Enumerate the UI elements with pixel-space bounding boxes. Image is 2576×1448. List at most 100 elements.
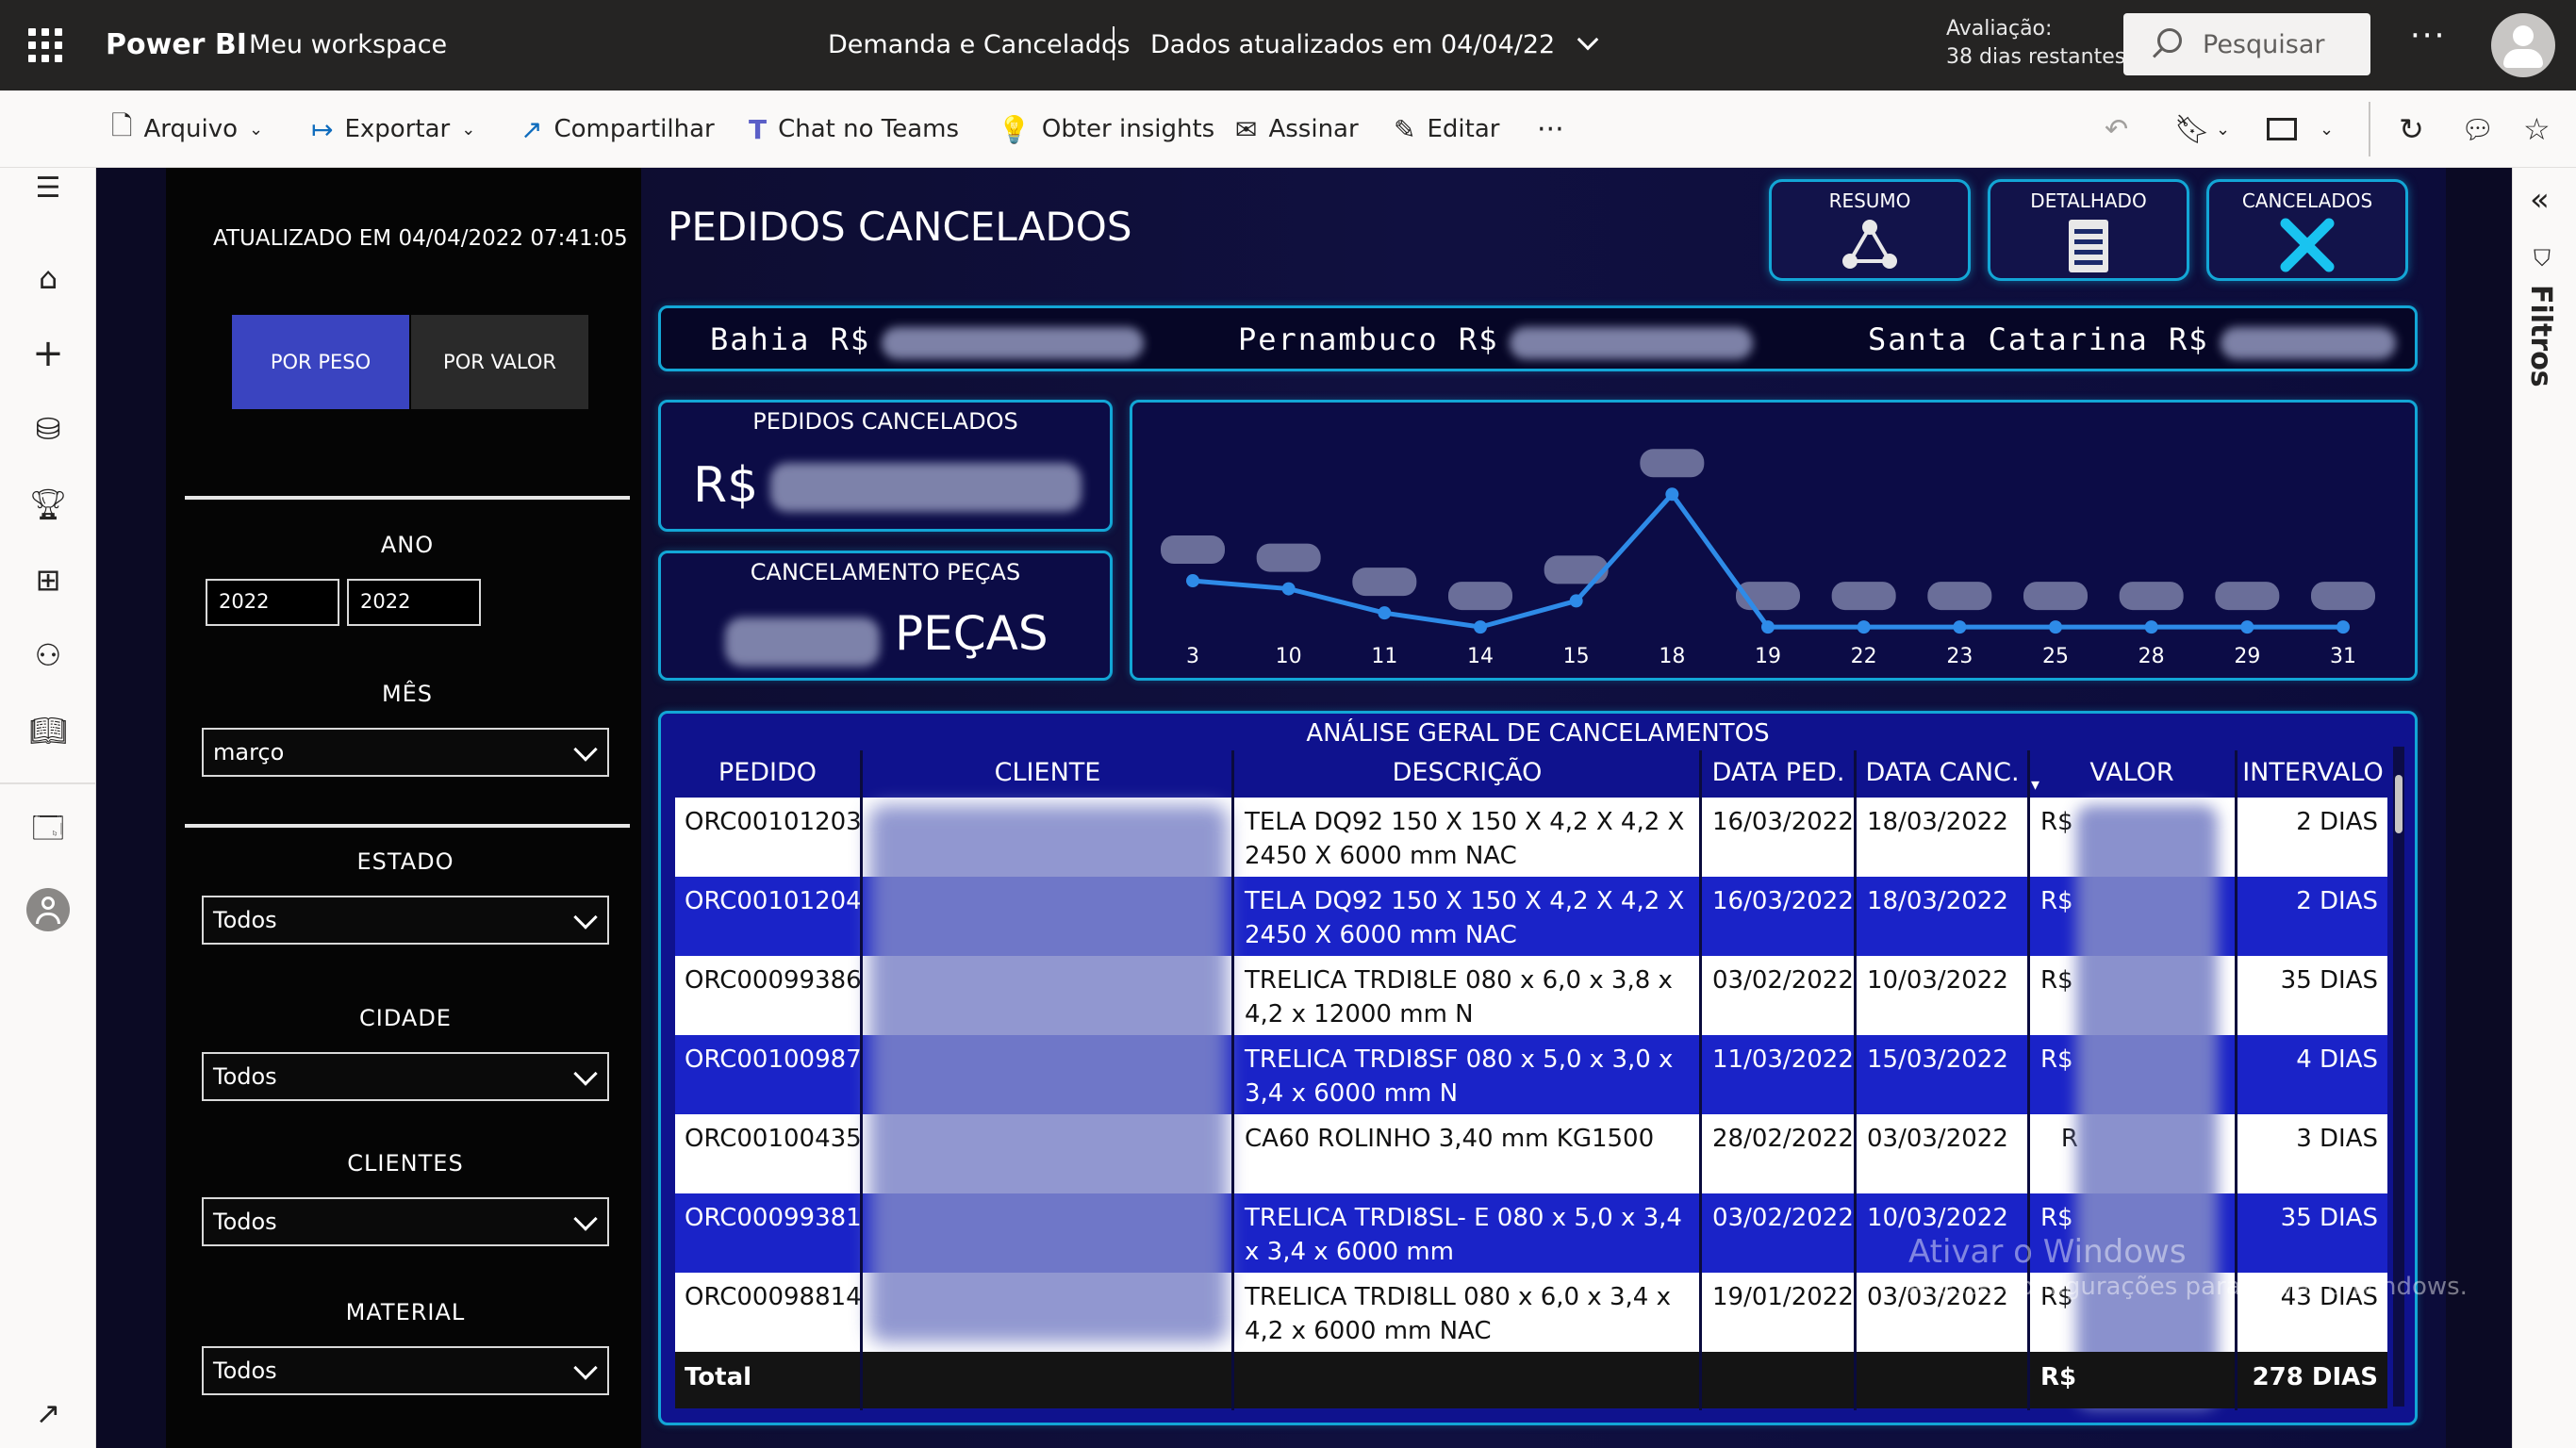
more-commands-icon[interactable]: ···: [1537, 90, 1564, 168]
total-valor: R$: [2040, 1363, 2077, 1391]
editar-button[interactable]: ✎ Editar: [1394, 90, 1499, 168]
expand-icon[interactable]: ↗: [25, 1390, 72, 1437]
por-valor-button[interactable]: POR VALOR: [411, 315, 588, 409]
chart-point[interactable]: [2049, 620, 2062, 634]
chart-point[interactable]: [2240, 620, 2254, 634]
material-dropdown[interactable]: Todos: [202, 1346, 609, 1395]
chevron-down-icon: [1577, 28, 1599, 51]
cancelados-nav-button[interactable]: CANCELADOS: [2206, 179, 2408, 281]
bookmark-icon[interactable]: 🔖︎: [2174, 90, 2210, 168]
compartilhar-button[interactable]: ↗ Compartilhar: [520, 90, 715, 168]
mes-dropdown[interactable]: março: [202, 728, 609, 777]
chart-point[interactable]: [2144, 620, 2158, 634]
browse-icon[interactable]: ⛁: [25, 405, 72, 452]
cell-pedido: ORC00101204: [685, 887, 860, 915]
ano-from-input[interactable]: 2022: [206, 579, 339, 626]
ano-to-input[interactable]: 2022: [347, 579, 481, 626]
data-updated-dropdown[interactable]: Dados atualizados em 04/04/22: [1150, 28, 1599, 59]
chart-point[interactable]: [1761, 620, 1775, 634]
user-avatar[interactable]: [2491, 13, 2555, 77]
arquivo-label: Arquivo: [143, 115, 239, 143]
chart-point[interactable]: [1378, 606, 1392, 620]
chart-point[interactable]: [1857, 620, 1871, 634]
home-icon[interactable]: ⌂: [25, 255, 72, 302]
more-options-icon[interactable]: ···: [2410, 17, 2446, 55]
chart-x-tick-label: 3: [1186, 645, 1199, 668]
header-pedido[interactable]: PEDIDO: [675, 758, 860, 787]
header-valor[interactable]: VALOR: [2029, 758, 2235, 787]
arquivo-menu[interactable]: 🗋 Arquivo ⌄: [111, 90, 263, 168]
filters-pane-collapsed[interactable]: « ⛉ Filtros: [2512, 168, 2576, 1448]
daily-cancellations-chart[interactable]: 3 10 11 14 15 18 19 22 23 25 28 29 31: [1130, 400, 2418, 681]
detalhado-nav-button[interactable]: DETALHADO: [1988, 179, 2189, 281]
chevron-down-icon[interactable]: ⌄: [2216, 90, 2230, 168]
favorite-star-icon[interactable]: ☆: [2523, 90, 2551, 168]
chart-point[interactable]: [1474, 620, 1487, 634]
slicer-divider: [185, 496, 630, 500]
column-separator: [1231, 750, 1234, 1410]
resumo-nav-button[interactable]: RESUMO: [1769, 179, 1971, 281]
cidade-dropdown[interactable]: Todos: [202, 1052, 609, 1101]
chevron-down-icon[interactable]: ⌄: [2320, 90, 2334, 168]
header-descricao[interactable]: DESCRIÇÃO: [1235, 758, 1699, 787]
filters-label[interactable]: Filtros: [2524, 285, 2557, 387]
apps-icon[interactable]: ⊞: [25, 556, 72, 603]
hamburger-menu-icon[interactable]: ☰: [25, 164, 72, 211]
assinar-button[interactable]: ✉ Assinar: [1235, 90, 1359, 168]
table-scrollbar[interactable]: [2393, 747, 2404, 1407]
workspace-link[interactable]: Meu workspace: [249, 30, 447, 59]
cell-descricao: TELA DQ92 150 X 150 X 4,2 X 4,2 X 2450 X…: [1245, 887, 1685, 949]
learn-book-icon[interactable]: 📖︎: [25, 707, 72, 754]
pernambuco-label: Pernambuco R$: [1238, 321, 1499, 357]
view-icon[interactable]: [2267, 90, 2297, 168]
share-icon: ↗: [520, 113, 543, 145]
header-intervalo[interactable]: INTERVALO: [2238, 758, 2387, 787]
search-input[interactable]: Pesquisar: [2123, 13, 2370, 75]
brand-label[interactable]: Power BI: [106, 28, 247, 61]
header-data-ped[interactable]: DATA PED.: [1703, 758, 1854, 787]
chart-point[interactable]: [1186, 574, 1199, 588]
workspaces-icon[interactable]: 🗔: [25, 809, 72, 856]
por-peso-button[interactable]: POR PESO: [232, 315, 409, 409]
chat-teams-button[interactable]: T Chat no Teams: [749, 90, 959, 168]
expand-filters-icon[interactable]: «: [2530, 181, 2550, 219]
create-plus-icon[interactable]: +: [25, 330, 72, 377]
chart-point[interactable]: [1953, 620, 1967, 634]
obter-insights-button[interactable]: 💡 Obter insights: [998, 90, 1214, 168]
app-launcher-icon[interactable]: [28, 28, 62, 62]
header-cliente[interactable]: CLIENTE: [864, 758, 1231, 787]
trophy-icon[interactable]: 🏆︎: [25, 481, 72, 528]
chart-data-label-redacted: [1448, 582, 1512, 611]
table-total-row: Total R$ 278 DIAS: [675, 1352, 2387, 1408]
kpi-pedidos-title: PEDIDOS CANCELADOS: [752, 408, 1018, 435]
chart-points: [1186, 487, 2350, 634]
undo-icon[interactable]: ↶: [2105, 90, 2128, 168]
people-icon[interactable]: ⚇: [25, 632, 72, 679]
chart-data-label-redacted: [1352, 568, 1417, 597]
left-navigation: ☰ ⌂ + ⛁ 🏆︎ ⊞ ⚇ 📖︎ 🗔 ↗: [0, 168, 96, 1448]
chart-point[interactable]: [2337, 620, 2350, 634]
santa-catarina-label: Santa Catarina R$: [1868, 321, 2209, 357]
export-icon: ↦: [311, 113, 334, 145]
editar-label: Editar: [1427, 115, 1500, 143]
estado-dropdown[interactable]: Todos: [202, 896, 609, 945]
scrollbar-thumb[interactable]: [2395, 775, 2403, 833]
chart-point[interactable]: [1569, 594, 1583, 608]
comment-icon[interactable]: 💬︎: [2461, 90, 2495, 168]
my-workspace-avatar-icon[interactable]: [25, 886, 72, 933]
refresh-icon[interactable]: ↻: [2399, 90, 2424, 168]
data-updated-label: Dados atualizados em 04/04/22: [1150, 30, 1556, 59]
pencil-icon: ✎: [1394, 113, 1416, 145]
chart-x-tick-label: 14: [1467, 645, 1494, 668]
chart-point[interactable]: [1665, 487, 1679, 502]
chart-data-label-redacted: [1831, 582, 1896, 611]
column-separator: [1854, 750, 1857, 1410]
header-data-canc[interactable]: DATA CANC.: [1858, 758, 2027, 787]
chart-point[interactable]: [1281, 582, 1296, 596]
exportar-menu[interactable]: ↦ Exportar ⌄: [311, 90, 475, 168]
valor-column-redacted: [2076, 805, 2218, 1408]
cell-data-canc: 15/03/2022: [1867, 1045, 2008, 1074]
lightbulb-icon: 💡: [998, 113, 1031, 145]
clientes-dropdown[interactable]: Todos: [202, 1197, 609, 1246]
exportar-label: Exportar: [344, 115, 451, 143]
